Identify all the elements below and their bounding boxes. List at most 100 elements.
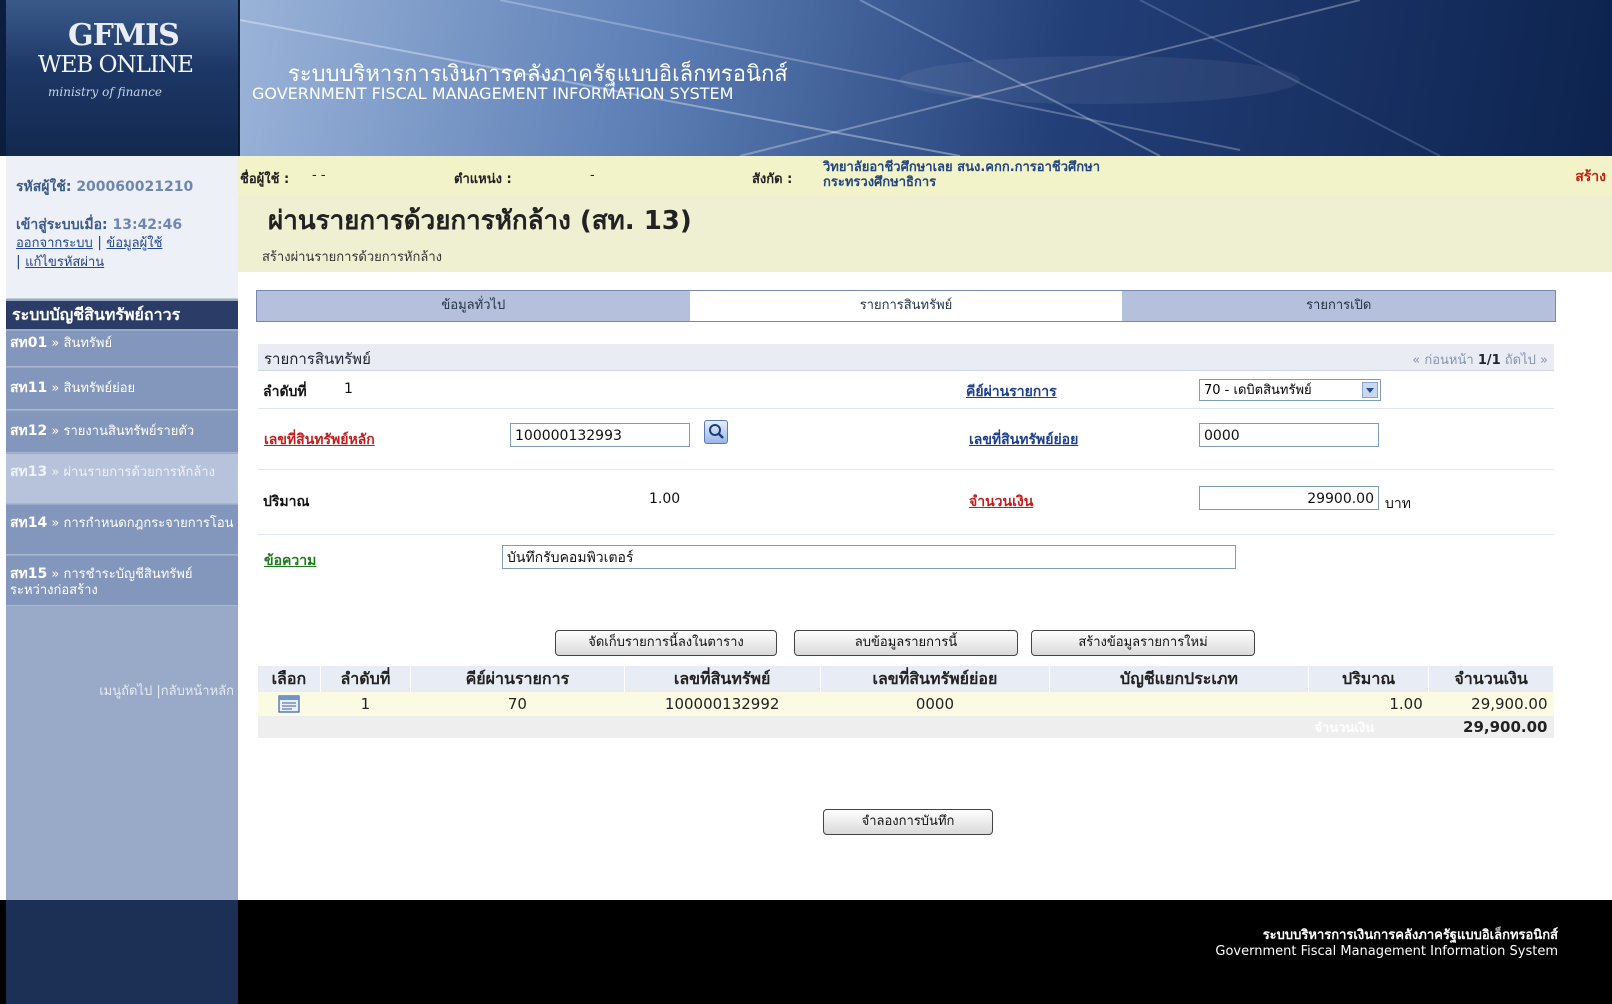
logo-title: GFMIS — [68, 18, 180, 53]
mode-indicator: สร้าง — [1575, 169, 1606, 185]
tab-general[interactable]: ข้อมูลทั่วไป — [257, 291, 690, 321]
sidebar-item-asset[interactable]: สท01 » สินทรัพย์ — [6, 331, 238, 367]
col-posting-key: คีย์ผ่านรายการ — [410, 666, 625, 692]
search-button[interactable] — [704, 420, 728, 444]
quantity-value: 1.00 — [649, 491, 681, 507]
sidebar-item-code: สท14 — [10, 515, 48, 531]
user-id-label: รหัสผู้ใช้: — [16, 179, 72, 195]
new-row-button[interactable]: สร้างข้อมูลรายการใหม่ — [1031, 630, 1255, 656]
header: GFMIS WEB ONLINE ministry of finance ระบ… — [0, 0, 1612, 156]
pager: « ก่อนหน้า 1/1 ถัดไป » — [1412, 349, 1548, 370]
sidebar: รหัสผู้ใช้: 200060021210 เข้าสู่ระบบเมื่… — [6, 156, 238, 900]
posting-key-label[interactable]: คีย์ผ่านรายการ — [966, 381, 1057, 403]
page-subtitle: สร้างผ่านรายการด้วยการหักล้าง — [262, 250, 442, 265]
seq-label: ลำดับที่ — [263, 384, 307, 400]
chevron-down-icon — [1362, 382, 1378, 398]
sidebar-item-code: สท15 — [10, 566, 48, 582]
sidebar-item-label: สินทรัพย์ — [63, 336, 113, 351]
user-id-value: 200060021210 — [76, 179, 194, 195]
sidebar-item-offset-posting[interactable]: สท13 » ผ่านรายการด้วยการหักล้าง — [6, 454, 238, 504]
user-panel: รหัสผู้ใช้: 200060021210 เข้าสู่ระบบเมื่… — [6, 156, 238, 299]
seq-value: 1 — [344, 381, 353, 397]
search-icon — [709, 424, 724, 439]
form-row-amount: ปริมาณ 1.00 จำนวนเงิน 29900.00 บาท — [258, 470, 1554, 535]
sidebar-item-label: สินทรัพย์ย่อย — [63, 381, 136, 396]
tab-open-items[interactable]: รายการเปิด — [1122, 291, 1556, 321]
text-label[interactable]: ข้อความ — [264, 550, 316, 572]
section-title: รายการสินทรัพย์ — [264, 350, 371, 368]
prev-page-link[interactable]: « ก่อนหน้า — [1412, 353, 1473, 368]
org-value: วิทยาลัยอาชีวศึกษาเลย สนง.คกก.การอาชีวศึ… — [823, 160, 1101, 190]
posting-key-select[interactable]: 70 - เดบิตสินทรัพย์ — [1199, 379, 1381, 401]
position-label: ตำแหน่ง : — [454, 172, 512, 187]
currency-label: บาท — [1385, 496, 1411, 512]
page-title: ผ่านรายการด้วยการหักล้าง (สท. 13) — [268, 206, 692, 236]
document-icon[interactable] — [278, 695, 300, 713]
amount-input[interactable]: 29900.00 — [1199, 486, 1379, 510]
col-gl-account: บัญชีแยกประเภท — [1049, 666, 1309, 692]
logo-ministry: ministry of finance — [48, 85, 163, 99]
section-header: รายการสินทรัพย์ « ก่อนหน้า 1/1 ถัดไป » — [258, 344, 1554, 371]
footer-title-thai: ระบบบริหารการเงินการคลังภาครัฐแบบอิเล็กท… — [1262, 928, 1558, 943]
logo-subtitle: WEB ONLINE — [38, 52, 194, 78]
login-time-row: เข้าสู่ระบบเมื่อ: 13:42:46 — [16, 214, 182, 236]
user-links: ออกจากระบบ | ข้อมูลผู้ใช้ | แก้ไขรหัสผ่า… — [16, 235, 163, 270]
next-page-link[interactable]: ถัดไป » — [1505, 353, 1548, 368]
sidebar-item-code: สท01 — [10, 335, 48, 351]
username-label: ชื่อผู้ใช้ : — [240, 172, 290, 187]
col-asset-no: เลขที่สินทรัพย์ — [624, 666, 821, 692]
sidebar-item-transfer-rule[interactable]: สท14 » การกำหนดกฎกระจายการโอน — [6, 505, 238, 555]
sidebar-item-code: สท13 — [10, 464, 48, 480]
login-time-value: 13:42:46 — [112, 217, 183, 233]
table-row: 1 70 100000132992 0000 1.00 29,900.00 — [258, 692, 1554, 716]
tab-bar: ข้อมูลทั่วไป รายการสินทรัพย์ รายการเปิด — [256, 290, 1556, 322]
col-sub-asset-no: เลขที่สินทรัพย์ย่อย — [820, 666, 1051, 692]
sub-asset-no-label[interactable]: เลขที่สินทรัพย์ย่อย — [969, 429, 1078, 451]
sidebar-item-sub-asset[interactable]: สท11 » สินทรัพย์ย่อย — [6, 368, 238, 410]
tab-asset-items[interactable]: รายการสินทรัพย์ — [689, 291, 1123, 321]
main-asset-no-input[interactable]: 100000132993 — [510, 423, 690, 447]
info-bar: ชื่อผู้ใช้ : - - ตำแหน่ง : - สังกัด : วิ… — [238, 156, 1612, 197]
asset-items-table: เลือก ลำดับที่ คีย์ผ่านรายการ เลขที่สินท… — [258, 666, 1554, 738]
menu-title: ระบบบัญชีสินทรัพย์ถาวร — [6, 301, 238, 329]
change-password-link[interactable]: แก้ไขรหัสผ่าน — [25, 255, 104, 270]
org-label: สังกัด : — [752, 172, 793, 187]
cell-quantity: 1.00 — [1308, 692, 1429, 716]
user-id-row: รหัสผู้ใช้: 200060021210 — [16, 176, 193, 198]
delete-row-button[interactable]: ลบข้อมูลรายการนี้ — [794, 630, 1018, 656]
form-row-asset: เลขที่สินทรัพย์หลัก 100000132993 เลขที่ส… — [258, 409, 1554, 470]
form-row-seq: ลำดับที่ 1 คีย์ผ่านรายการ 70 - เดบิตสินท… — [258, 372, 1554, 409]
footer-title-english: Government Fiscal Management Information… — [1215, 944, 1558, 959]
sidebar-item-label: ผ่านรายการด้วยการหักล้าง — [63, 465, 215, 480]
footer: ระบบบริหารการเงินการคลังภาครัฐแบบอิเล็กท… — [0, 900, 1612, 1004]
text-input[interactable]: บันทึกรับคอมพิวเตอร์ — [502, 545, 1236, 569]
save-row-button[interactable]: จัดเก็บรายการนี้ลงในตาราง — [555, 630, 777, 656]
simulate-button[interactable]: จำลองการบันทึก — [823, 809, 993, 835]
col-select: เลือก — [258, 666, 321, 692]
back-home-link[interactable]: กลับหน้าหลัก — [161, 684, 234, 699]
next-menu-link[interactable]: เมนูถัดไป — [99, 684, 152, 699]
sidebar-item-code: สท11 — [10, 380, 48, 396]
main-content: ชื่อผู้ใช้ : - - ตำแหน่ง : - สังกัด : วิ… — [238, 156, 1612, 900]
sidebar-item-code: สท12 — [10, 423, 48, 439]
cell-sub-asset-no: 0000 — [820, 692, 1050, 716]
cell-asset-no: 100000132992 — [624, 692, 821, 716]
cell-amount: 29,900.00 — [1428, 692, 1554, 716]
main-asset-no-label[interactable]: เลขที่สินทรัพย์หลัก — [264, 429, 375, 451]
sub-asset-no-input[interactable]: 0000 — [1199, 423, 1379, 447]
logout-link[interactable]: ออกจากระบบ — [16, 236, 93, 251]
table-total-row: จำนวนเงิน 29,900.00 — [258, 716, 1554, 738]
menu-footer: เมนูถัดไป |กลับหน้าหลัก — [99, 684, 234, 699]
sidebar-item-asset-report[interactable]: สท12 » รายงานสินทรัพย์รายตัว — [6, 411, 238, 453]
total-amount: 29,900.00 — [1428, 716, 1554, 738]
cell-posting-key: 70 — [410, 692, 625, 716]
sidebar-item-auc-settlement[interactable]: สท15 » การชำระบัญชีสินทรัพย์ระหว่างก่อสร… — [6, 556, 238, 606]
page-indicator: 1/1 — [1477, 353, 1501, 368]
gfmis-logo: GFMIS WEB ONLINE ministry of finance — [6, 0, 239, 156]
cell-gl-account — [1049, 692, 1309, 716]
amount-label[interactable]: จำนวนเงิน — [969, 491, 1033, 513]
form-row-text: ข้อความ บันทึกรับคอมพิวเตอร์ — [258, 535, 1554, 579]
header-banner: ระบบบริหารการเงินการคลังภาครัฐแบบอิเล็กท… — [240, 0, 1612, 156]
title-bar: ผ่านรายการด้วยการหักล้าง (สท. 13) สร้างผ… — [238, 196, 1612, 272]
user-info-link[interactable]: ข้อมูลผู้ใช้ — [106, 236, 162, 251]
